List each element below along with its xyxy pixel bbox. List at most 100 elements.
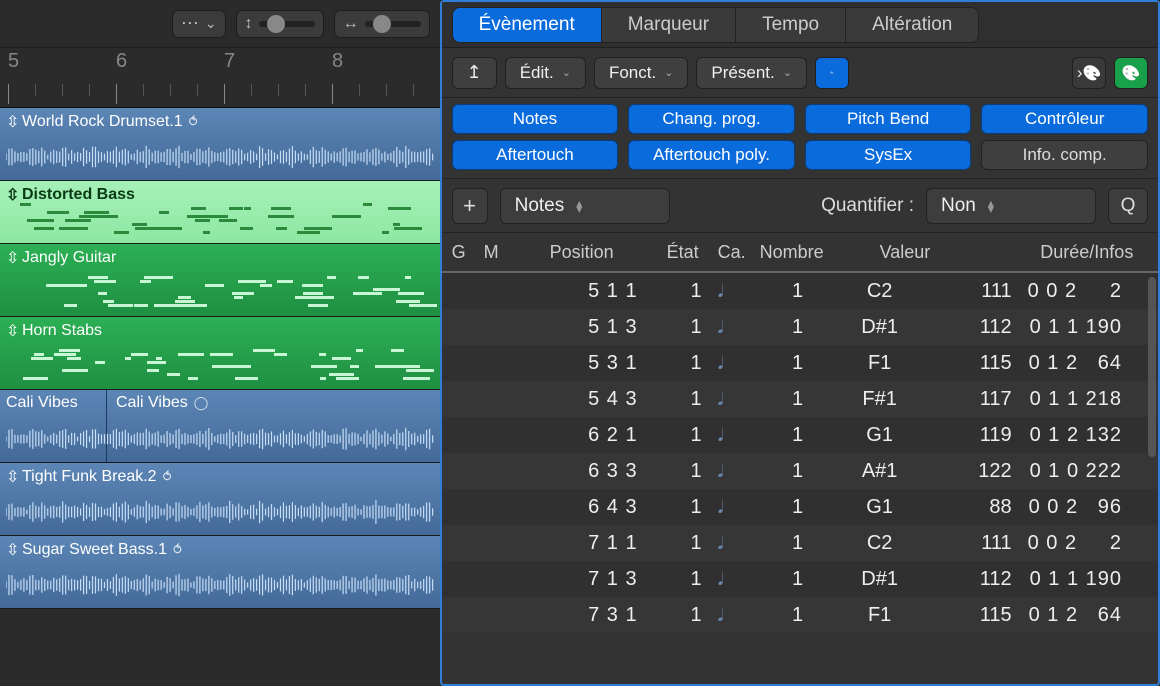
filter-aftertouch[interactable]: Aftertouch	[452, 140, 619, 170]
cell-etat[interactable]: 1	[648, 424, 714, 447]
event-row[interactable]: 7 1 3 1 𝅘𝅥 1 D#1 112 0 1 1 190	[442, 561, 1158, 597]
col-m[interactable]: M	[480, 242, 512, 263]
event-row[interactable]: 6 3 3 1 𝅘𝅥 1 A#1 122 0 1 0 222	[442, 453, 1158, 489]
event-row[interactable]: 5 1 1 1 𝅘𝅥 1 C2 111 0 0 2 2	[442, 273, 1158, 309]
cell-value[interactable]: 119	[930, 424, 1024, 447]
cell-value[interactable]: 117	[930, 388, 1024, 411]
track-region[interactable]: ⇳Distorted Bass	[0, 181, 440, 244]
filter-sysex[interactable]: SysEx	[805, 140, 972, 170]
cell-value[interactable]: 115	[930, 604, 1024, 627]
event-type-select[interactable]: Notes ▴▾	[500, 188, 670, 224]
cell-duration[interactable]: 0 1 1 190	[1024, 316, 1146, 339]
cell-number[interactable]: C2	[826, 280, 930, 303]
filter-info-comp-[interactable]: Info. comp.	[981, 140, 1148, 170]
horizontal-zoom[interactable]	[334, 10, 430, 38]
track-region[interactable]: Cali Vibes Cali Vibes ◯	[0, 390, 440, 463]
cell-duration[interactable]: 0 0 2 96	[1024, 496, 1146, 519]
add-event-button[interactable]: +	[452, 188, 488, 224]
col-etat[interactable]: État	[648, 242, 714, 263]
cell-duration[interactable]: 0 0 2 2	[1024, 280, 1146, 303]
cell-position[interactable]: 6 4 3	[512, 496, 648, 519]
cell-channel[interactable]: 1	[766, 604, 826, 627]
cell-duration[interactable]: 0 1 2 64	[1024, 604, 1146, 627]
cell-channel[interactable]: 1	[766, 568, 826, 591]
tab-marqueur[interactable]: Marqueur	[601, 8, 735, 42]
horizontal-zoom-slider[interactable]	[365, 21, 421, 27]
cell-etat[interactable]: 1	[648, 568, 714, 591]
tracks-area[interactable]: ⇳World Rock Drumset.1⥀⇳Distorted Bass⇳Ja…	[0, 108, 440, 686]
cell-number[interactable]: D#1	[826, 568, 930, 591]
cell-position[interactable]: 6 2 1	[512, 424, 648, 447]
cell-duration[interactable]: 0 1 0 222	[1024, 460, 1146, 483]
event-row[interactable]: 7 1 1 1 𝅘𝅥 1 C2 111 0 0 2 2	[442, 525, 1158, 561]
cell-duration[interactable]: 0 1 1 218	[1024, 388, 1146, 411]
filter-chang-prog-[interactable]: Chang. prog.	[628, 104, 795, 134]
cell-value[interactable]: 122	[930, 460, 1024, 483]
cell-value[interactable]: 88	[930, 496, 1024, 519]
cell-position[interactable]: 5 1 3	[512, 316, 648, 339]
expand-icon[interactable]: ⇳	[6, 467, 16, 487]
cell-etat[interactable]: 1	[648, 496, 714, 519]
cell-number[interactable]: F1	[826, 352, 930, 375]
view-menu[interactable]: Présent. ⌄	[696, 57, 807, 89]
quantize-select[interactable]: Non ▴▾	[926, 188, 1096, 224]
event-row[interactable]: 6 4 3 1 𝅘𝅥 1 G1 88 0 0 2 96	[442, 489, 1158, 525]
track-region[interactable]: ⇳Sugar Sweet Bass.1⥀	[0, 536, 440, 609]
cell-position[interactable]: 7 1 3	[512, 568, 648, 591]
event-row[interactable]: 6 2 1 1 𝅘𝅥 1 G1 119 0 1 2 132	[442, 417, 1158, 453]
cell-position[interactable]: 5 3 1	[512, 352, 648, 375]
tab-tempo[interactable]: Tempo	[735, 8, 845, 42]
cell-position[interactable]: 5 1 1	[512, 280, 648, 303]
cell-number[interactable]: C2	[826, 532, 930, 555]
cell-etat[interactable]: 1	[648, 460, 714, 483]
expand-icon[interactable]: ⇳	[6, 321, 16, 341]
col-duree[interactable]: Durée/Infos	[1024, 242, 1146, 263]
cell-etat[interactable]: 1	[648, 352, 714, 375]
event-row[interactable]: 7 3 1 1 𝅘𝅥 1 F1 115 0 1 2 64	[442, 597, 1158, 633]
filter-aftertouch-poly-[interactable]: Aftertouch poly.	[628, 140, 795, 170]
cell-channel[interactable]: 1	[766, 388, 826, 411]
cell-etat[interactable]: 1	[648, 316, 714, 339]
cell-channel[interactable]: 1	[766, 532, 826, 555]
cell-position[interactable]: 6 3 3	[512, 460, 648, 483]
cell-value[interactable]: 115	[930, 352, 1024, 375]
col-nombre[interactable]: Nombre	[756, 242, 826, 263]
cell-position[interactable]: 5 4 3	[512, 388, 648, 411]
catch-playhead-button[interactable]	[815, 57, 849, 89]
cell-duration[interactable]: 0 0 2 2	[1024, 532, 1146, 555]
edit-menu[interactable]: Édit. ⌄	[505, 57, 586, 89]
cell-number[interactable]: A#1	[826, 460, 930, 483]
cell-value[interactable]: 112	[930, 316, 1024, 339]
scrollbar[interactable]	[1148, 277, 1156, 457]
track-region[interactable]: ⇳Jangly Guitar	[0, 244, 440, 317]
cell-etat[interactable]: 1	[648, 604, 714, 627]
cell-value[interactable]: 111	[930, 532, 1024, 555]
cell-number[interactable]: G1	[826, 424, 930, 447]
tab-évènement[interactable]: Évènement	[453, 8, 601, 42]
cell-position[interactable]: 7 3 1	[512, 604, 648, 627]
track-region[interactable]: ⇳World Rock Drumset.1⥀	[0, 108, 440, 181]
expand-icon[interactable]: ⇳	[6, 540, 16, 560]
cell-channel[interactable]: 1	[766, 424, 826, 447]
event-row[interactable]: 5 1 3 1 𝅘𝅥 1 D#1 112 0 1 1 190	[442, 309, 1158, 345]
cell-channel[interactable]: 1	[766, 460, 826, 483]
quantize-button[interactable]: Q	[1108, 188, 1148, 224]
cell-duration[interactable]: 0 1 2 132	[1024, 424, 1146, 447]
cell-duration[interactable]: 0 1 2 64	[1024, 352, 1146, 375]
col-position[interactable]: Position	[512, 242, 648, 263]
cell-number[interactable]: F1	[826, 604, 930, 627]
track-options-button[interactable]	[172, 10, 226, 38]
cell-number[interactable]: D#1	[826, 316, 930, 339]
cell-etat[interactable]: 1	[648, 280, 714, 303]
cell-value[interactable]: 111	[930, 280, 1024, 303]
cell-channel[interactable]: 1	[766, 280, 826, 303]
col-valeur[interactable]: Valeur	[876, 242, 1024, 263]
cell-etat[interactable]: 1	[648, 532, 714, 555]
event-row[interactable]: 5 3 1 1 𝅘𝅥 1 F1 115 0 1 2 64	[442, 345, 1158, 381]
expand-icon[interactable]: ⇳	[6, 112, 16, 132]
cell-number[interactable]: F#1	[826, 388, 930, 411]
filter-pitch-bend[interactable]: Pitch Bend	[805, 104, 972, 134]
timeline-ruler[interactable]: 5678	[0, 48, 440, 108]
cell-channel[interactable]: 1	[766, 496, 826, 519]
col-g[interactable]: G	[448, 242, 480, 263]
